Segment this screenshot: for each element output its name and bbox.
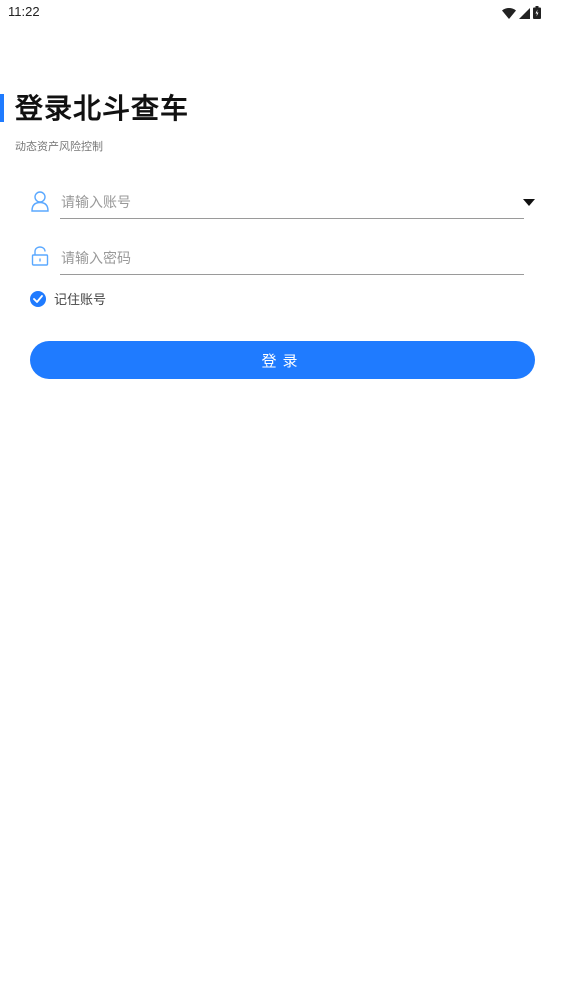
wifi-icon [502,4,516,23]
title-accent-bar [0,94,4,122]
status-icons [502,4,541,23]
password-input[interactable] [60,246,524,275]
login-screen: 11:22 登录北斗查车 动态资产风险控制 请输入账号 记住账号 登录 [0,0,565,1004]
status-bar: 11:22 [0,0,565,24]
page-subtitle: 动态资产风险控制 [15,140,103,153]
account-input[interactable] [60,190,524,219]
login-button[interactable]: 登录 [30,341,535,379]
remember-account-checkbox[interactable]: 记住账号 [30,289,106,308]
battery-icon [533,4,541,23]
page-title: 登录北斗查车 [15,92,190,125]
password-field-row [30,246,535,276]
account-dropdown-icon[interactable] [523,199,535,206]
account-field-row [30,190,535,220]
cellular-signal-icon [519,4,530,23]
status-time: 11:22 [8,4,40,19]
lock-icon [30,246,50,268]
checkmark-icon[interactable] [30,290,46,307]
remember-account-label: 记住账号 [54,293,107,308]
user-icon [30,190,50,212]
